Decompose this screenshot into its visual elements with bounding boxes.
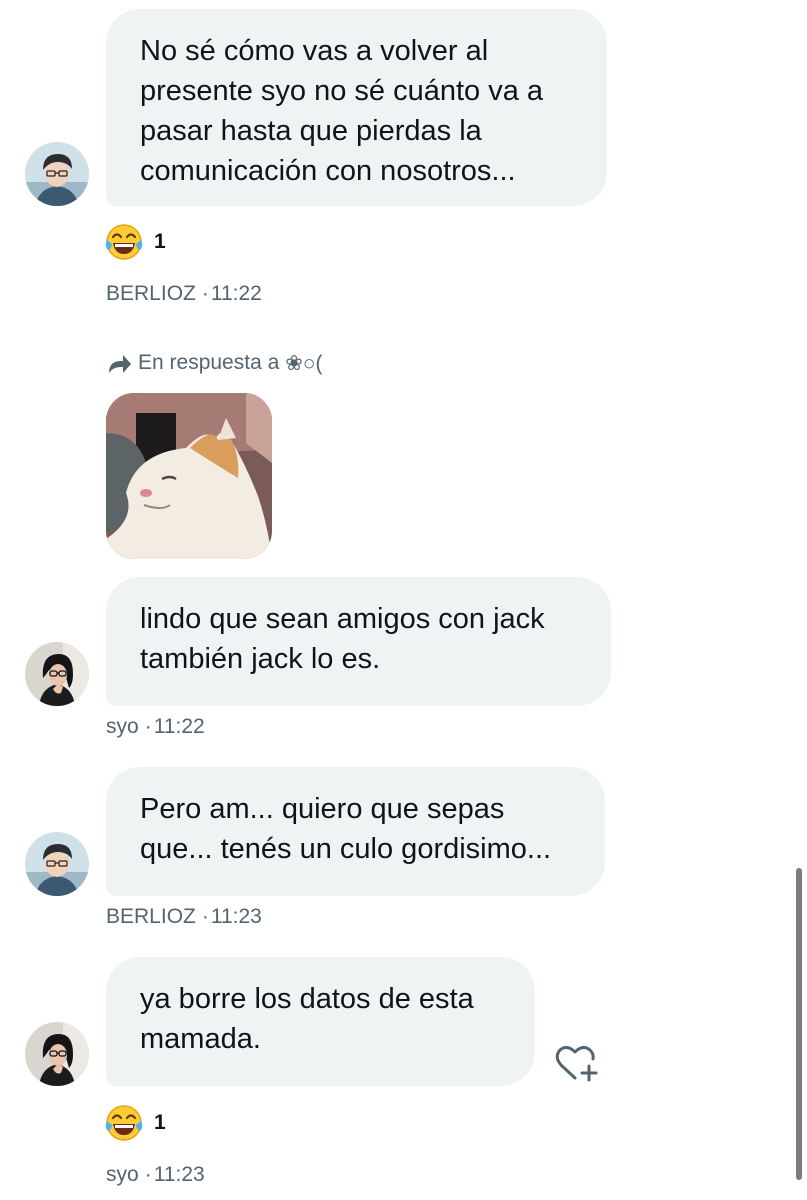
reaction-count: 1 — [154, 230, 166, 253]
message-meta: syo ·11:23 — [106, 1163, 205, 1187]
avatar-berlioz-image — [25, 832, 89, 896]
message-meta: BERLIOZ ·11:23 — [106, 905, 262, 929]
scrollbar[interactable] — [796, 868, 802, 1180]
reply-indicator[interactable]: En respuesta a ❀○( — [106, 346, 323, 380]
timestamp: 11:22 — [210, 282, 262, 305]
message-meta: BERLIOZ ·11:22 — [106, 282, 262, 306]
sender-name: BERLIOZ — [106, 282, 196, 305]
sender-name: syo — [106, 715, 139, 738]
separator: · — [144, 715, 152, 738]
timestamp: 11:23 — [153, 1163, 205, 1186]
face-with-tears-of-joy-icon — [104, 1103, 144, 1143]
cat-photo[interactable] — [106, 393, 272, 559]
message-text: también jack lo es. — [140, 643, 381, 675]
reply-arrow-icon — [109, 355, 131, 373]
separator: · — [144, 1163, 152, 1186]
message-bubble[interactable]: Pero am... quiero que sepas que... tenés… — [106, 767, 605, 896]
reaction[interactable]: 1 — [104, 1103, 166, 1143]
reply-label: En respuesta a — [138, 351, 280, 374]
reply-target-name: ❀○( — [285, 351, 323, 375]
separator: · — [201, 282, 209, 305]
message-text: Pero am... quiero que sepas — [140, 793, 505, 825]
avatar-syo-image — [25, 1022, 89, 1086]
reaction[interactable]: 1 — [104, 222, 166, 262]
timestamp: 11:22 — [153, 715, 205, 738]
avatar[interactable] — [25, 642, 89, 706]
message-text: comunicación con nosotros... — [140, 155, 516, 187]
message-text: pasar hasta que pierdas la — [140, 115, 482, 147]
cat-photo-icon — [106, 393, 272, 559]
message-text: ya borre los datos de esta — [140, 983, 474, 1015]
message-text: No sé cómo vas a volver al — [140, 35, 489, 67]
message-text: que... tenés un culo gordisimo... — [140, 833, 552, 865]
timestamp: 11:23 — [210, 905, 262, 928]
message-meta: syo ·11:22 — [106, 715, 205, 739]
message-bubble[interactable]: lindo que sean amigos con jack también j… — [106, 577, 611, 706]
message-bubble[interactable]: ya borre los datos de esta mamada. — [106, 957, 535, 1086]
sender-name: syo — [106, 1163, 139, 1186]
add-reaction-button[interactable] — [553, 1040, 601, 1084]
sender-name: BERLIOZ — [106, 905, 196, 928]
separator: · — [201, 905, 209, 928]
reaction-count: 1 — [154, 1111, 166, 1134]
face-with-tears-of-joy-icon — [104, 222, 144, 262]
message-text: lindo que sean amigos con jack — [140, 603, 545, 635]
avatar[interactable] — [25, 832, 89, 896]
avatar-syo-image — [25, 642, 89, 706]
avatar[interactable] — [25, 1022, 89, 1086]
heart-plus-icon — [555, 1045, 598, 1082]
message-text: presente syo no sé cuánto va a — [140, 75, 544, 107]
message-text: mamada. — [140, 1023, 261, 1055]
avatar[interactable] — [25, 142, 89, 206]
message-bubble[interactable]: No sé cómo vas a volver al presente syo … — [106, 9, 607, 206]
avatar-berlioz-image — [25, 142, 89, 206]
